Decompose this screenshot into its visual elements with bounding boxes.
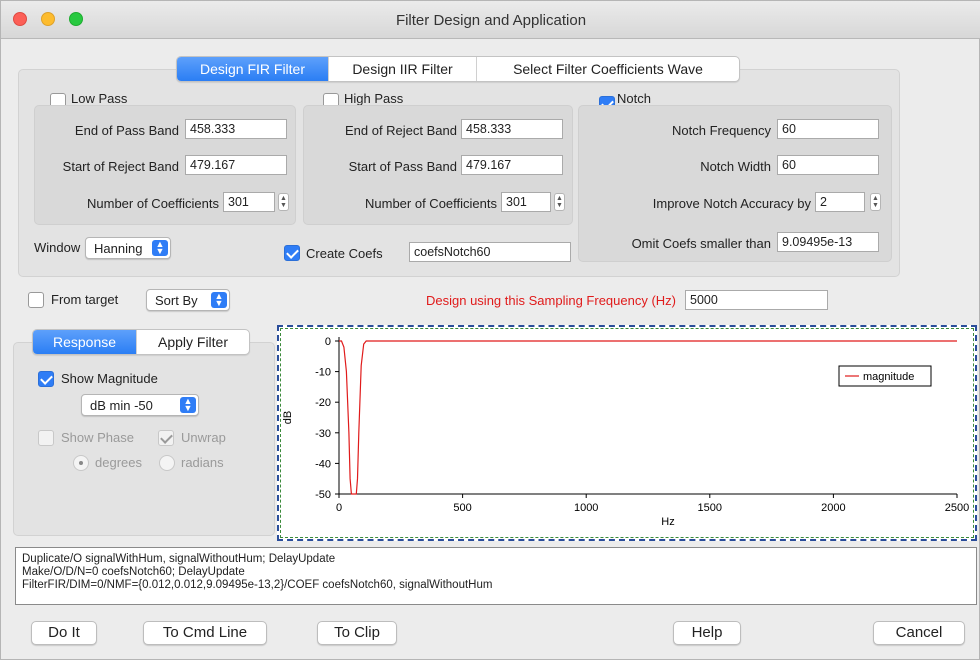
x-tick-label: 500 [453, 502, 471, 514]
end-reject-band-input[interactable]: 458.333 [461, 119, 563, 139]
show-magnitude-label: Show Magnitude [61, 371, 158, 386]
help-button[interactable]: Help [673, 621, 741, 645]
sort-by-value: Sort By [155, 293, 198, 308]
sampling-frequency-input[interactable]: 5000 [685, 290, 828, 310]
command-line: Duplicate/O signalWithHum, signalWithout… [22, 553, 336, 565]
popup-arrows-icon: ▲ ▼ [211, 292, 227, 308]
window-popup-value: Hanning [94, 241, 143, 256]
sort-by-popup[interactable]: Sort By ▲ ▼ [146, 289, 230, 311]
x-tick-label: 1000 [574, 502, 598, 514]
degrees-label: degrees [95, 455, 142, 470]
command-text-area[interactable]: Duplicate/O signalWithHum, signalWithout… [15, 547, 977, 605]
x-tick-label: 2000 [821, 502, 845, 514]
tab-design-iir[interactable]: Design IIR Filter [329, 57, 477, 81]
x-tick-label: 2500 [945, 502, 969, 514]
tab-apply-filter[interactable]: Apply Filter [137, 330, 249, 354]
sampling-frequency-label: Design using this Sampling Frequency (Hz… [426, 293, 676, 308]
notch-width-label: Notch Width [700, 159, 771, 174]
start-pass-band-input[interactable]: 479.167 [461, 155, 563, 175]
response-graph[interactable]: 0 -10 -20 -30 -40 -50 0 500 1000 1500 2000 2500 Hz dB… [277, 325, 977, 541]
unwrap-checkbox[interactable] [158, 430, 174, 446]
end-pass-band-input[interactable]: 458.333 [185, 119, 287, 139]
degrees-radio[interactable] [73, 455, 89, 471]
popup-arrows-icon: ▲ ▼ [152, 240, 168, 256]
y-tick-label: -10 [315, 367, 331, 379]
db-min-value: dB min -50 [90, 398, 153, 413]
show-magnitude-checkbox[interactable] [38, 371, 54, 387]
lp-num-coefficients-stepper[interactable]: ▲ ▼ [278, 193, 289, 211]
show-phase-label: Show Phase [61, 430, 134, 445]
low-pass-label: Low Pass [71, 91, 128, 106]
notch-width-input[interactable]: 60 [777, 155, 879, 175]
notch-frequency-label: Notch Frequency [672, 123, 771, 138]
lp-num-coefficients-label: Number of Coefficients [87, 196, 219, 211]
y-tick-label: -30 [315, 428, 331, 440]
x-axis-label: Hz [661, 516, 674, 528]
notch-frequency-input[interactable]: 60 [777, 119, 879, 139]
y-tick-label: -50 [315, 489, 331, 501]
command-line: FilterFIR/DIM=0/NMF={0.012,0.012,9.09495… [22, 579, 493, 591]
notch-accuracy-input[interactable]: 2 [815, 192, 865, 212]
lp-num-coefficients-input[interactable]: 301 [223, 192, 275, 212]
y-tick-label: -40 [315, 458, 331, 470]
show-phase-checkbox[interactable] [38, 430, 54, 446]
high-pass-label: High Pass [344, 91, 404, 106]
cancel-button[interactable]: Cancel [873, 621, 965, 645]
create-coefs-name-input[interactable]: coefsNotch60 [409, 242, 571, 262]
design-tab-bar: Design FIR Filter Design IIR Filter Sele… [176, 56, 740, 82]
to-clip-button[interactable]: To Clip [317, 621, 397, 645]
db-min-popup[interactable]: dB min -50 ▲ ▼ [81, 394, 199, 416]
notch-label: Notch [617, 91, 651, 106]
x-tick-label: 1500 [698, 502, 722, 514]
y-axis-label: dB [282, 411, 294, 424]
window-label: Window [34, 240, 81, 255]
end-reject-band-label: End of Reject Band [344, 123, 457, 138]
radians-label: radians [181, 455, 224, 470]
x-tick-label: 0 [336, 502, 342, 514]
window-popup[interactable]: Hanning ▲ ▼ [85, 237, 171, 259]
popup-arrows-icon: ▲ ▼ [180, 397, 196, 413]
omit-coefs-input[interactable]: 9.09495e-13 [777, 232, 879, 252]
tab-design-fir[interactable]: Design FIR Filter [177, 57, 329, 81]
notch-accuracy-stepper[interactable]: ▲ ▼ [870, 193, 881, 211]
to-cmd-line-button[interactable]: To Cmd Line [143, 621, 267, 645]
tab-response[interactable]: Response [33, 330, 137, 354]
tab-select-coefficients[interactable]: Select Filter Coefficients Wave [477, 57, 739, 81]
create-coefs-label: Create Coefs [306, 246, 383, 261]
from-target-checkbox[interactable] [28, 292, 44, 308]
magnitude-chart: 0 -10 -20 -30 -40 -50 0 500 1000 1500 2000 2500 Hz dB… [282, 336, 969, 528]
command-line: Make/O/D/N=0 coefsNotch60; DelayUpdate [22, 566, 245, 578]
create-coefs-checkbox[interactable] [284, 245, 300, 261]
legend-label: magnitude [863, 371, 914, 383]
do-it-button[interactable]: Do It [31, 621, 97, 645]
start-reject-band-label: Start of Reject Band [62, 159, 179, 174]
notch-accuracy-label: Improve Notch Accuracy by [652, 196, 811, 211]
start-pass-band-label: Start of Pass Band [348, 159, 457, 174]
y-tick-label: 0 [325, 336, 331, 348]
hp-num-coefficients-label: Number of Coefficients [365, 196, 497, 211]
dialog-window: Filter Design and Application Design FIR… [0, 0, 980, 660]
unwrap-label: Unwrap [181, 430, 226, 445]
series-line-magnitude [339, 340, 957, 495]
title-bar: Filter Design and Application [1, 1, 980, 39]
radians-radio[interactable] [159, 455, 175, 471]
window-title: Filter Design and Application [395, 12, 587, 29]
response-tab-bar: Response Apply Filter [32, 329, 250, 355]
omit-coefs-label: Omit Coefs smaller than [631, 236, 771, 251]
hp-num-coefficients-input[interactable]: 301 [501, 192, 551, 212]
y-tick-label: -20 [315, 397, 331, 409]
end-pass-band-label: End of Pass Band [74, 123, 179, 138]
from-target-label: From target [51, 292, 119, 307]
hp-num-coefficients-stepper[interactable]: ▲ ▼ [554, 193, 565, 211]
start-reject-band-input[interactable]: 479.167 [185, 155, 287, 175]
